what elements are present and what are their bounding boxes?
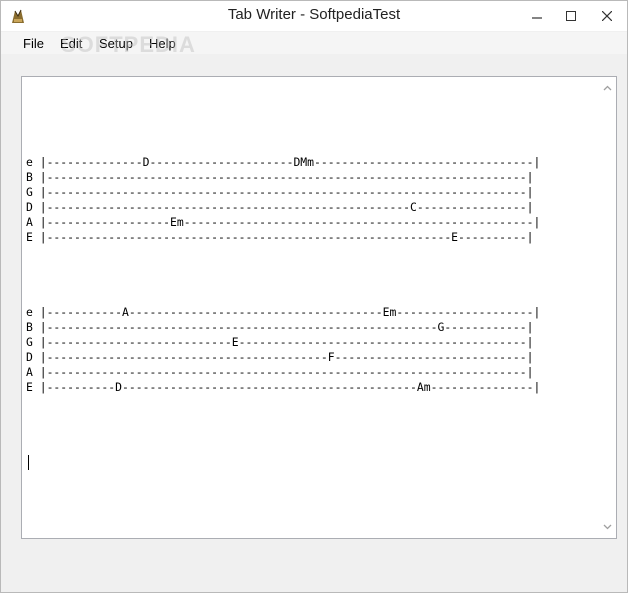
tab-line	[26, 245, 596, 260]
tab-line	[26, 110, 596, 125]
tab-text-area[interactable]: e |--------------D---------------------D…	[26, 80, 596, 534]
tab-line	[26, 125, 596, 140]
tab-line: e |-----------A-------------------------…	[26, 305, 541, 319]
tab-line	[26, 140, 596, 155]
app-window: Tab Writer - SoftpediaTest File Edit Set…	[0, 0, 628, 593]
tab-line: e |--------------D---------------------D…	[26, 155, 541, 169]
tab-line	[26, 275, 596, 290]
scroll-up-icon[interactable]	[602, 83, 613, 94]
close-icon	[602, 10, 612, 21]
maximize-icon	[566, 10, 576, 21]
tab-line: A |-------------------------------------…	[26, 365, 534, 379]
text-caret	[28, 455, 29, 470]
tab-line: B |-------------------------------------…	[26, 320, 534, 334]
tab-line: D |-------------------------------------…	[26, 350, 534, 364]
tab-line: E |----------D--------------------------…	[26, 380, 541, 394]
tab-line	[26, 95, 596, 110]
watermark: SOFTPEDIA	[61, 32, 196, 57]
tab-line: D |-------------------------------------…	[26, 200, 534, 214]
title-bar[interactable]: Tab Writer - SoftpediaTest	[1, 1, 627, 31]
tab-line: G |---------------------------E---------…	[26, 335, 534, 349]
close-button[interactable]	[588, 1, 626, 30]
tab-line: E |-------------------------------------…	[26, 230, 534, 244]
vertical-scrollbar[interactable]	[599, 77, 616, 538]
tab-line: A |------------------Em-----------------…	[26, 215, 541, 229]
scroll-down-icon[interactable]	[602, 521, 613, 532]
menu-file[interactable]: File	[23, 36, 44, 51]
tab-line: G |-------------------------------------…	[26, 185, 534, 199]
maximize-button[interactable]	[554, 1, 588, 30]
tab-line: B |-------------------------------------…	[26, 170, 534, 184]
tab-line	[26, 290, 596, 305]
tab-editor[interactable]: e |--------------D---------------------D…	[21, 76, 617, 539]
tab-line	[26, 80, 596, 95]
minimize-button[interactable]	[520, 1, 554, 30]
minimize-icon	[532, 16, 542, 19]
tab-line	[26, 260, 596, 275]
